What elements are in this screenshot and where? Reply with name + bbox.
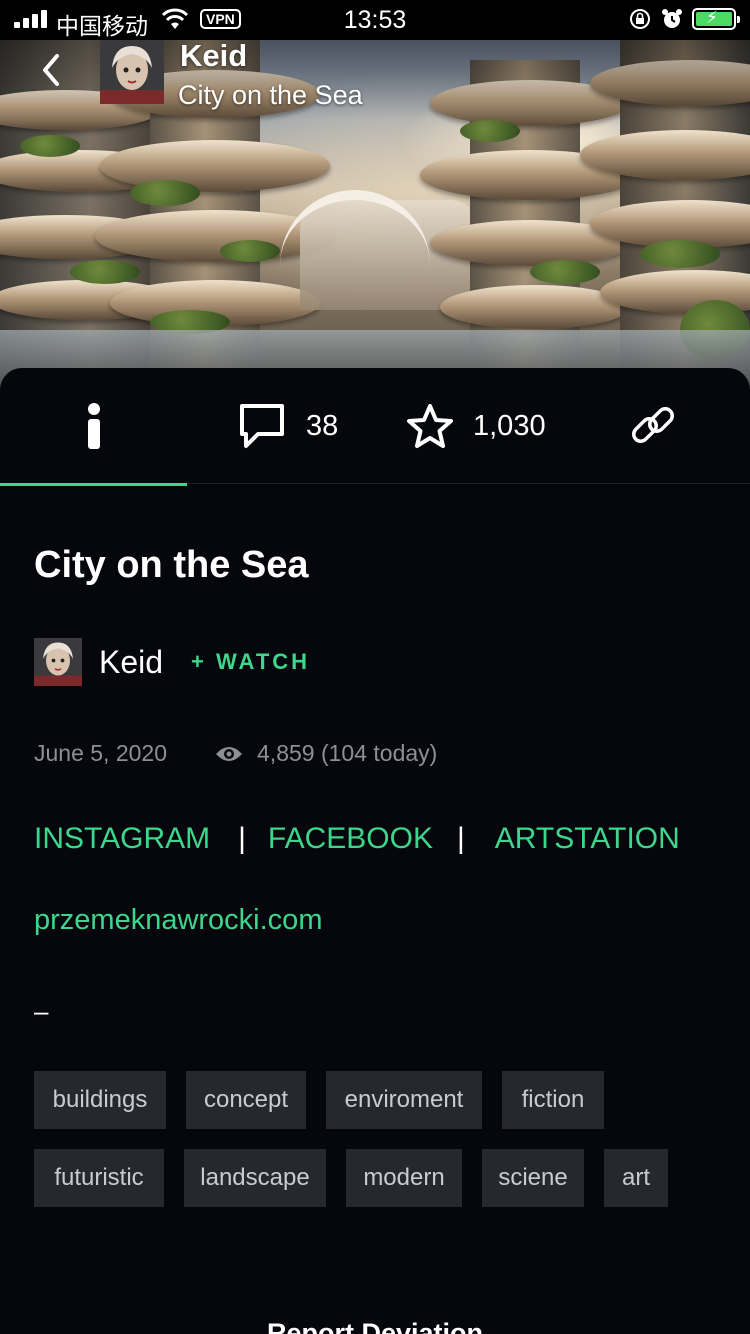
report-deviation-button[interactable]: Report Deviation: [0, 1318, 750, 1334]
facebook-link[interactable]: FACEBOOK: [268, 822, 433, 856]
website-link[interactable]: przemeknawrocki.com: [34, 904, 322, 937]
tag-chip[interactable]: enviroment: [326, 1071, 482, 1129]
alarm-icon: [662, 9, 682, 28]
description-dash: –: [34, 996, 49, 1026]
back-button[interactable]: [30, 50, 74, 90]
tab-share-link[interactable]: [628, 368, 688, 484]
tag-chip[interactable]: fiction: [502, 1071, 604, 1129]
tag-chip[interactable]: concept: [186, 1071, 306, 1129]
link-icon: [632, 407, 674, 443]
tab-info[interactable]: [0, 368, 187, 486]
comment-icon: [240, 404, 284, 448]
deviation-meta: June 5, 2020 4,859 (104 today): [34, 740, 437, 767]
author-avatar[interactable]: [34, 638, 82, 686]
link-separator: |: [456, 822, 465, 855]
artstation-link[interactable]: ARTSTATION: [495, 822, 680, 856]
tab-comments[interactable]: 38: [236, 368, 356, 484]
tab-bar: 38 1,030: [0, 368, 750, 486]
tag-chip[interactable]: buildings: [34, 1071, 166, 1129]
active-tab-indicator: [0, 483, 187, 486]
tab-favourites[interactable]: 1,030: [405, 368, 565, 484]
author-row: Keid + WATCH: [34, 638, 310, 686]
header-author-name[interactable]: Keid: [180, 38, 247, 74]
status-bar: 中国移动 VPN 13:53 ⚡: [0, 0, 750, 40]
comments-count: 38: [306, 409, 339, 442]
orientation-lock-icon: [630, 9, 650, 29]
tag-chip[interactable]: futuristic: [34, 1149, 164, 1207]
tag-chip[interactable]: art: [604, 1149, 668, 1207]
watch-button[interactable]: + WATCH: [191, 649, 310, 675]
views-stat: 4,859 (104 today): [215, 740, 437, 767]
eye-icon: [216, 746, 243, 761]
tag-chip[interactable]: modern: [346, 1149, 462, 1207]
chevron-left-icon: [43, 54, 59, 86]
views-count: 4,859 (104 today): [257, 740, 438, 766]
favourites-count: 1,030: [473, 409, 546, 442]
description-links: INSTAGRAM | FACEBOOK | ARTSTATION: [34, 822, 680, 856]
author-name[interactable]: Keid: [99, 644, 163, 681]
header-avatar[interactable]: [100, 40, 164, 104]
deviation-title: City on the Sea: [34, 544, 309, 586]
battery-icon: ⚡: [692, 8, 740, 30]
instagram-link[interactable]: INSTAGRAM: [34, 822, 210, 856]
header-deviation-title: City on the Sea: [178, 80, 363, 110]
star-icon: [407, 404, 453, 448]
tag-chip[interactable]: sciene: [482, 1149, 584, 1207]
publish-date: June 5, 2020: [34, 740, 168, 766]
tag-chip[interactable]: landscape: [184, 1149, 326, 1207]
info-icon: [87, 403, 100, 449]
link-separator: |: [238, 822, 246, 855]
deviation-details-sheet: 38 1,030 City on the Sea Keid + WATCH Ju…: [0, 368, 750, 1334]
